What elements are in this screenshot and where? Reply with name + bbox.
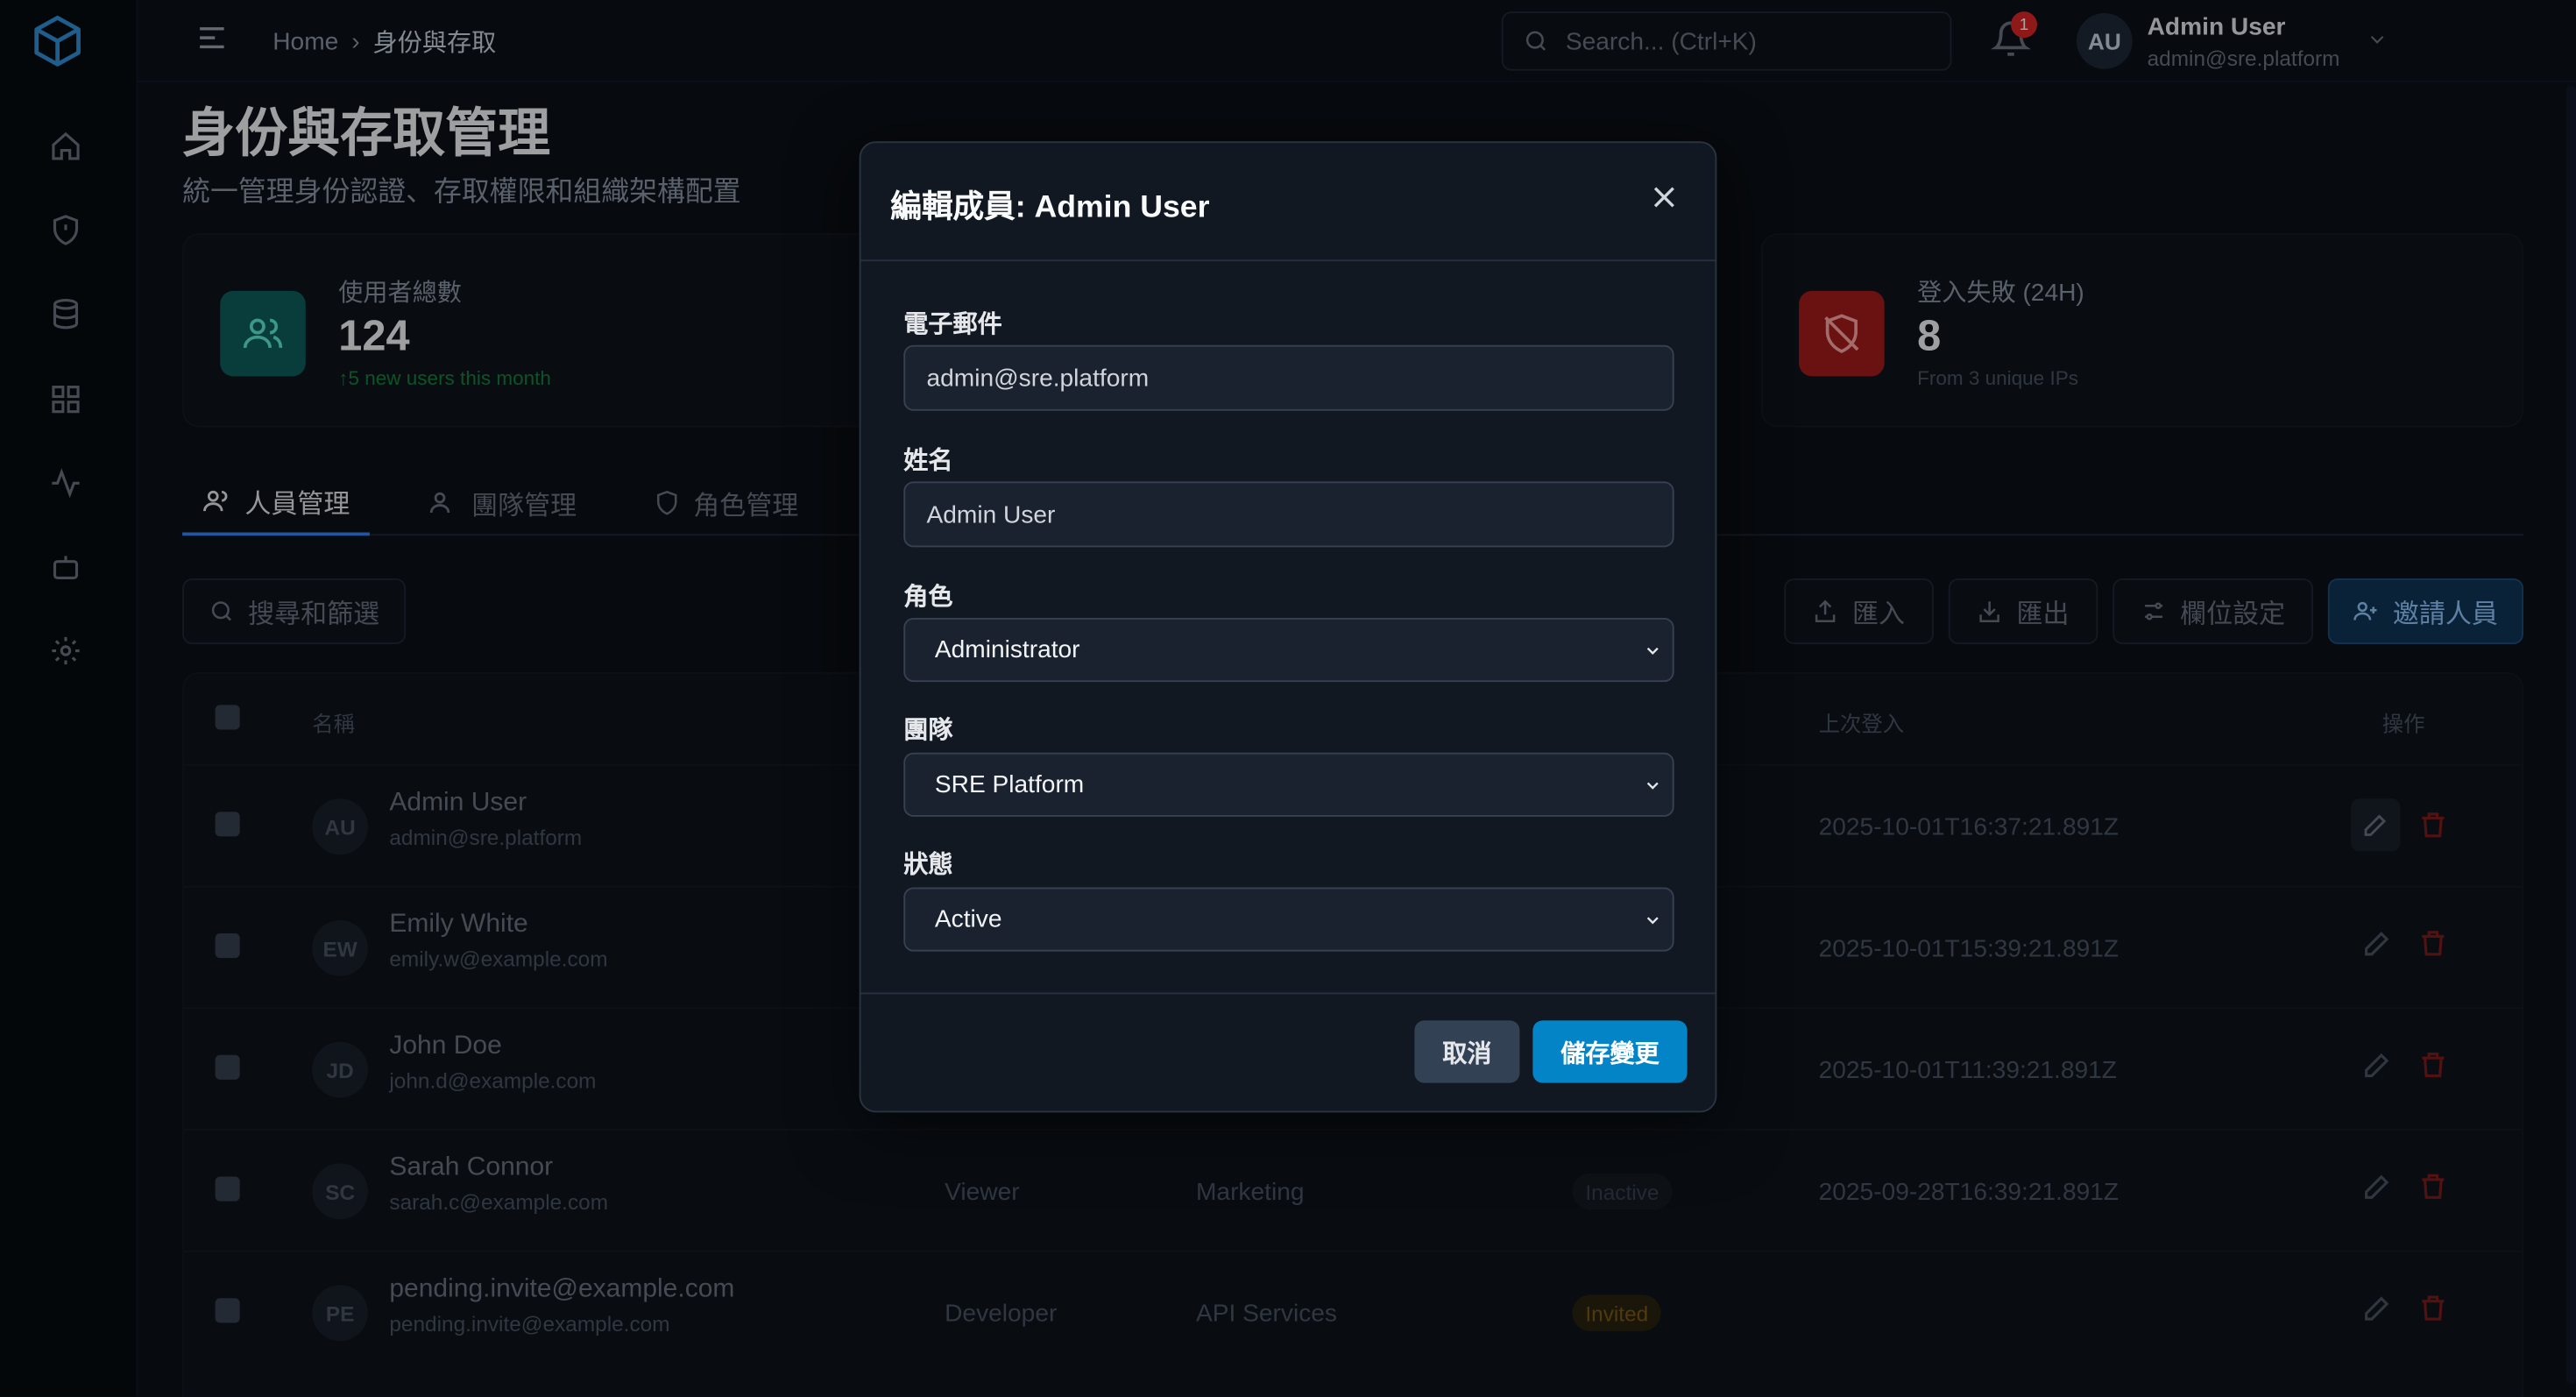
divider <box>860 259 1716 262</box>
role-value: Administrator <box>934 635 1080 664</box>
close-icon[interactable] <box>1646 179 1682 215</box>
chevron-down-icon <box>1646 917 1659 925</box>
status-value: Active <box>934 905 1002 933</box>
name-label: 姓名 <box>903 447 953 475</box>
email-label: 電子郵件 <box>903 310 1002 339</box>
dialog-title: 編輯成員: Admin User <box>890 190 1210 225</box>
name-field[interactable]: Admin User <box>903 481 1674 548</box>
edit-member-dialog: 編輯成員: Admin User 電子郵件 admin@sre.platform… <box>859 141 1717 1113</box>
team-value: SRE Platform <box>934 770 1085 799</box>
chevron-down-icon <box>1646 647 1659 655</box>
email-field[interactable]: admin@sre.platform <box>903 344 1674 411</box>
role-label: 角色 <box>903 583 953 612</box>
team-label: 團隊 <box>903 716 953 745</box>
divider <box>860 992 1716 995</box>
status-label: 狀態 <box>903 851 953 880</box>
role-select[interactable]: Administrator <box>903 618 1674 683</box>
save-button[interactable]: 儲存變更 <box>1532 1020 1688 1083</box>
status-select[interactable]: Active <box>903 887 1674 952</box>
app-root: Home › 身份與存取 Search... (Ctrl+K) 1 AU Adm… <box>0 0 2576 1397</box>
chevron-down-icon <box>1646 782 1659 790</box>
team-select[interactable]: SRE Platform <box>903 752 1674 817</box>
cancel-button[interactable]: 取消 <box>1414 1020 1520 1083</box>
